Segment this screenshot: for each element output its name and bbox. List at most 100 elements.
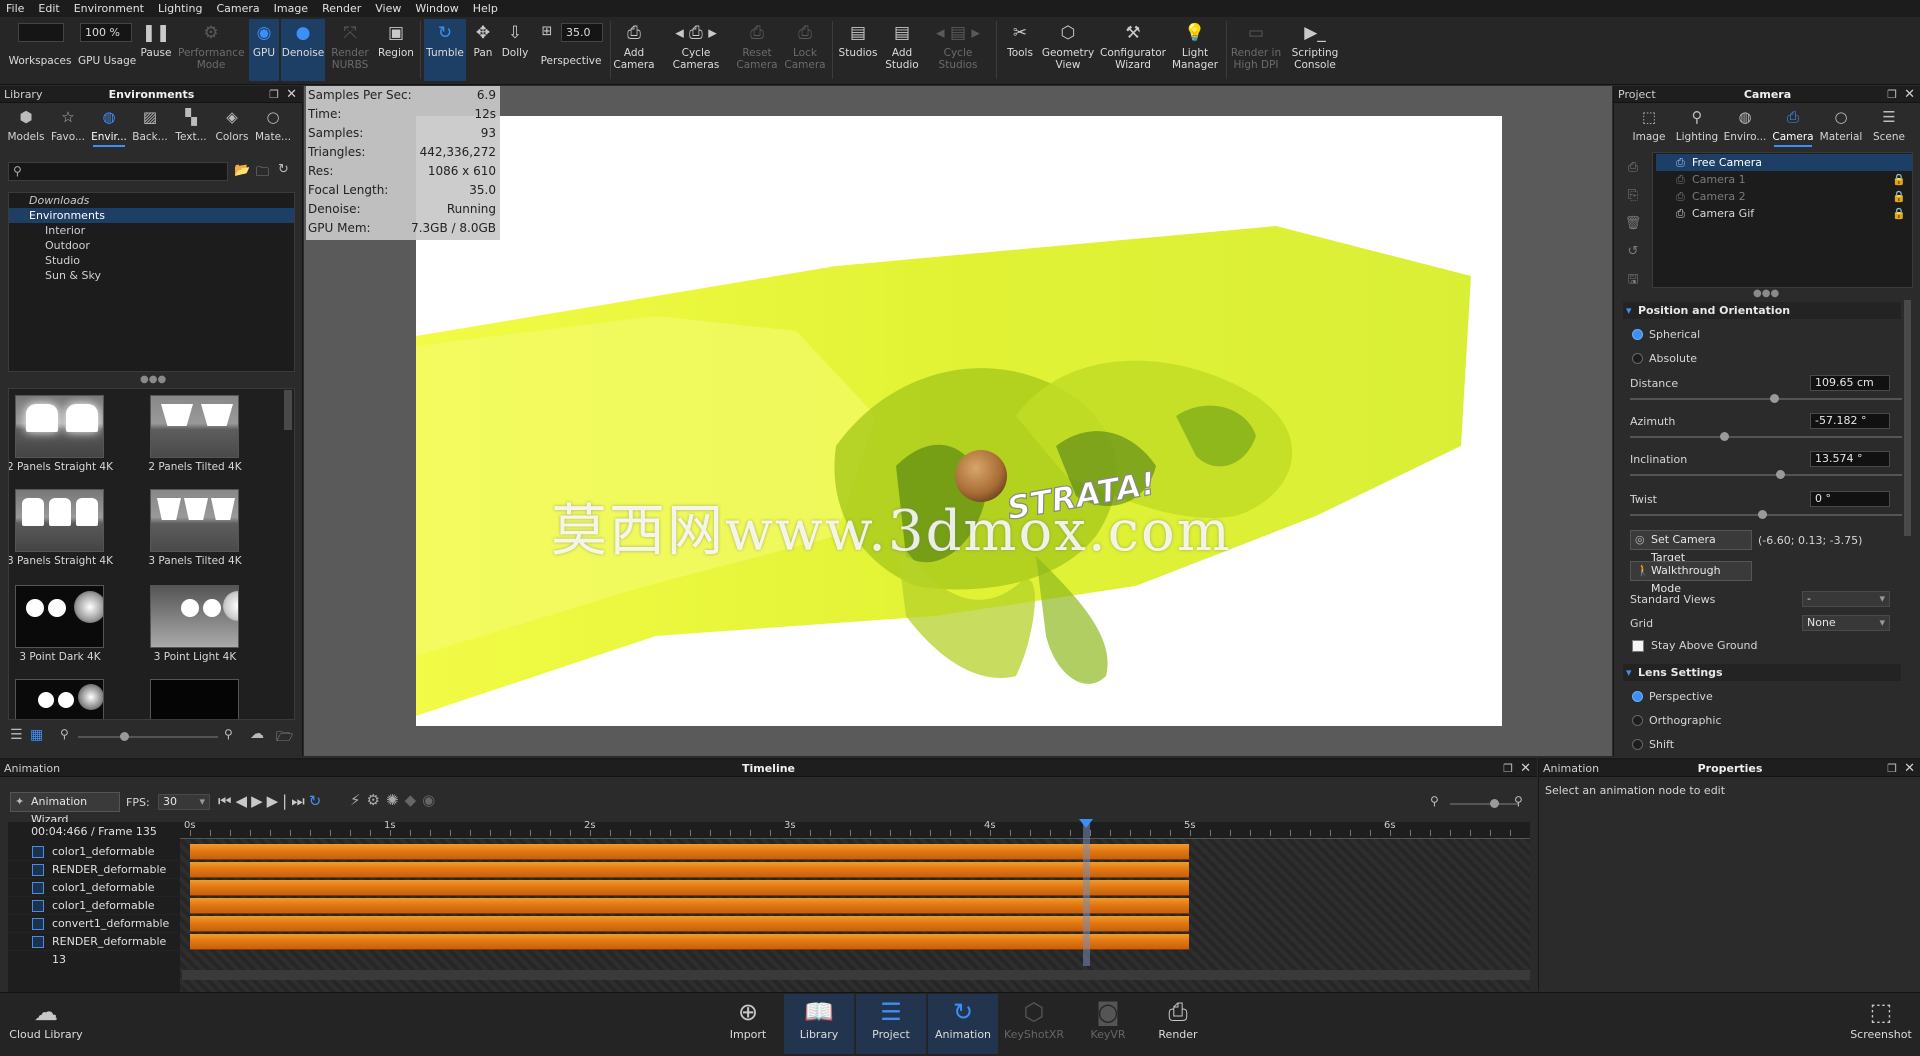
thumbnail-size-slider[interactable]: [78, 732, 218, 741]
perspective-radio[interactable]: [1632, 691, 1643, 702]
spherical-radio[interactable]: [1632, 329, 1643, 340]
camera-add-icon[interactable]: ⎙: [1622, 154, 1644, 182]
menu-camera[interactable]: Camera: [216, 2, 259, 15]
gpu-usage-input[interactable]: 100 %: [80, 23, 132, 42]
thumb-scrollbar[interactable]: [284, 390, 292, 430]
tree-item-interior[interactable]: Interior: [9, 223, 294, 238]
playhead[interactable]: [1083, 822, 1090, 966]
close-icon[interactable]: ✕: [286, 86, 297, 103]
thumb-3-panels-tilted[interactable]: [150, 489, 239, 552]
menu-image[interactable]: Image: [274, 2, 308, 15]
thumb-3-panels-straight[interactable]: [15, 489, 104, 552]
thumb-2-panels-tilted[interactable]: [150, 395, 239, 458]
thumb-2-panels-straight[interactable]: [15, 395, 104, 458]
orthographic-radio[interactable]: [1632, 715, 1643, 726]
grid-select[interactable]: None ▾: [1802, 615, 1890, 631]
position-orientation-section[interactable]: ▾ Position and Orientation: [1623, 302, 1901, 319]
cycle-studios-button[interactable]: ◂ ▤ ▸ Cycle Studios: [928, 19, 988, 72]
zoom-out-icon[interactable]: ⚲: [60, 727, 69, 741]
render-viewport[interactable]: STRATA! 莫西网www.3dmox.com: [304, 86, 1612, 756]
camera-item-2[interactable]: ⎙ Camera 2 🔒: [1656, 188, 1912, 205]
menu-render[interactable]: Render: [322, 2, 361, 15]
render-high-dpi-button[interactable]: ▭ Render in High DPI: [1230, 19, 1282, 72]
zoom-in-icon[interactable]: ⚲: [1514, 794, 1523, 808]
dolly-button[interactable]: ⇩ Dolly: [500, 19, 530, 60]
studios-button[interactable]: ▤ Studios: [836, 19, 880, 60]
step-back-icon[interactable]: ◀: [236, 792, 252, 810]
light-manager-button[interactable]: 💡 Light Manager: [1170, 19, 1220, 72]
lock-icon[interactable]: 🔒: [1892, 188, 1906, 205]
tab-colors[interactable]: ◈ Colors: [212, 110, 252, 144]
cloud-upload-icon[interactable]: ☁: [250, 726, 264, 742]
tab-material[interactable]: ○ Material: [1818, 110, 1864, 144]
animation-clip-bar[interactable]: [190, 898, 1189, 914]
render-button[interactable]: ⎙ Render: [1150, 998, 1206, 1041]
tree-item-environments[interactable]: Environments: [9, 208, 294, 223]
menu-edit[interactable]: Edit: [38, 2, 59, 15]
list-view-icon[interactable]: ☰: [10, 727, 23, 743]
thumb-3-point-light[interactable]: [150, 585, 239, 648]
slider-knob[interactable]: [1770, 394, 1779, 403]
track-checkbox[interactable]: [32, 918, 44, 930]
thumb-partial[interactable]: [15, 679, 104, 719]
distance-slider[interactable]: [1630, 394, 1902, 403]
gpu-button[interactable]: ◉ GPU: [249, 19, 279, 60]
animation-button[interactable]: ↻ Animation: [928, 994, 998, 1054]
import-button[interactable]: ⊕ Import: [726, 998, 770, 1041]
tree-item-sun-sky[interactable]: Sun & Sky: [9, 268, 294, 283]
reset-icon[interactable]: ↺: [1622, 238, 1644, 266]
timeline-zoom-slider[interactable]: [1450, 799, 1518, 808]
zoom-out-icon[interactable]: ⚲: [1430, 794, 1439, 808]
focal-length-input[interactable]: 35.0: [561, 23, 603, 42]
splitter-handle[interactable]: ●●●: [140, 374, 166, 385]
menu-file[interactable]: File: [6, 2, 24, 15]
denoise-button[interactable]: ● Denoise: [281, 19, 325, 60]
maximize-icon[interactable]: ❐: [1503, 760, 1513, 777]
lock-icon[interactable]: 🔒: [1892, 205, 1906, 222]
track-checkbox[interactable]: [32, 882, 44, 894]
camera-duplicate-icon[interactable]: ⎘: [1622, 182, 1644, 210]
cycle-cameras-button[interactable]: ◂ ⎙ ▸ Cycle Cameras: [666, 19, 726, 72]
slider-knob[interactable]: [1776, 470, 1785, 479]
tab-environments[interactable]: ◍ Envir...: [89, 110, 129, 147]
pan-button[interactable]: ✥ Pan: [468, 19, 498, 60]
slider-knob[interactable]: [1758, 510, 1767, 519]
playhead-marker[interactable]: [1079, 819, 1093, 828]
tab-camera[interactable]: ⎙ Camera: [1770, 110, 1816, 147]
animation-clip-bar[interactable]: [190, 844, 1189, 860]
keyshotxr-button[interactable]: ⬡ KeyShotXR: [1002, 998, 1066, 1041]
lock-icon[interactable]: 🔒: [1892, 171, 1906, 188]
track-row[interactable]: color1_deformable: [8, 843, 180, 861]
stay-above-ground-checkbox[interactable]: [1632, 640, 1644, 652]
tree-item-downloads[interactable]: Downloads: [9, 193, 294, 208]
azimuth-input[interactable]: -57.182 °: [1810, 413, 1890, 429]
tab-lighting[interactable]: ⚲ Lighting: [1674, 110, 1720, 144]
twist-input[interactable]: 0 °: [1810, 491, 1890, 507]
folder-icon[interactable]: 🗁: [276, 726, 293, 750]
slider-knob[interactable]: [1720, 432, 1729, 441]
performance-mode-button[interactable]: ⚙ Performance Mode: [178, 19, 245, 72]
gear-icon[interactable]: ⚙: [367, 791, 386, 809]
pause-button[interactable]: ❚❚ Pause: [138, 19, 174, 60]
tab-environment[interactable]: ◍ Enviro...: [1722, 110, 1768, 144]
lock-camera-button[interactable]: ⎙ Lock Camera: [782, 19, 828, 72]
grid-view-icon[interactable]: ▦: [30, 727, 43, 743]
slider-knob[interactable]: [1490, 799, 1499, 808]
track-checkbox[interactable]: [32, 846, 44, 858]
scripting-console-button[interactable]: ▶_ Scripting Console: [1288, 19, 1342, 72]
track-row[interactable]: color1_deformable: [8, 879, 180, 897]
menu-help[interactable]: Help: [473, 2, 498, 15]
close-icon[interactable]: ✕: [1520, 760, 1531, 777]
add-camera-button[interactable]: ⎙ Add Camera: [612, 19, 656, 72]
animation-clip-bar[interactable]: [190, 916, 1189, 932]
menu-window[interactable]: Window: [415, 2, 458, 15]
standard-views-select[interactable]: - ▾: [1802, 591, 1890, 607]
tab-image[interactable]: ⬚ Image: [1628, 110, 1670, 144]
geometry-view-button[interactable]: ⬡ Geometry View: [1040, 19, 1096, 72]
motion-blur-icon[interactable]: ⚡: [350, 791, 367, 809]
shift-radio[interactable]: [1632, 739, 1643, 750]
tab-favorites[interactable]: ☆ Favo...: [48, 110, 88, 144]
tab-models[interactable]: ⬢ Models: [6, 110, 46, 144]
keyframe-icon[interactable]: ◆: [405, 791, 423, 809]
folder-add-icon[interactable]: 🗀: [256, 163, 269, 185]
